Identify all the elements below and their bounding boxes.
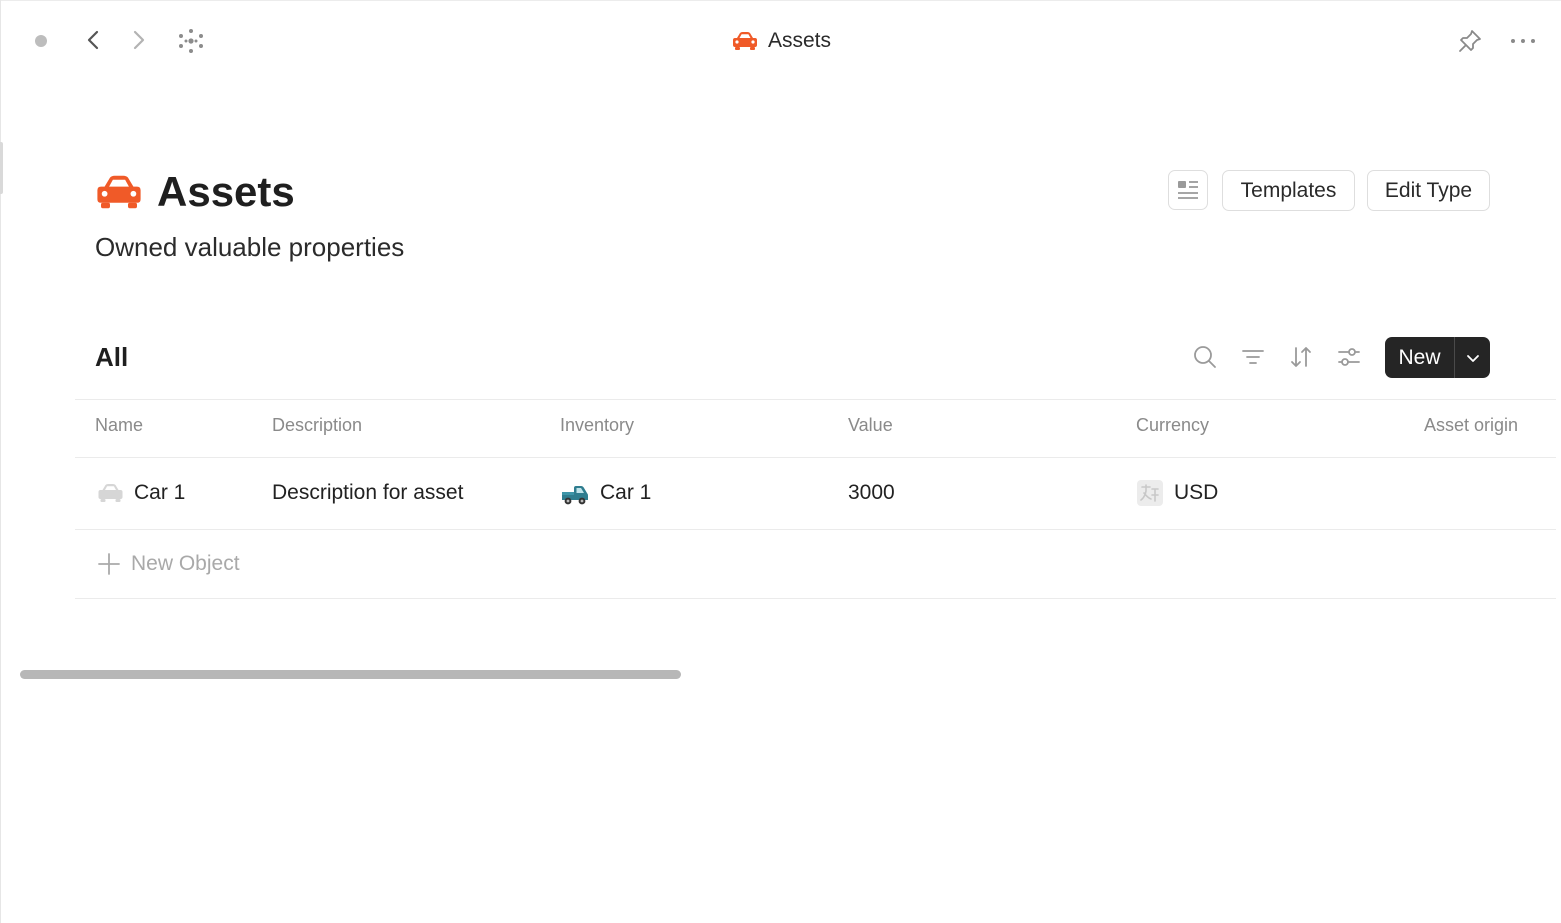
pin-button[interactable]	[1456, 27, 1484, 55]
cell-description[interactable]: Description for asset	[272, 478, 463, 508]
window-left-border	[0, 0, 1, 923]
view-settings-button[interactable]	[1336, 344, 1362, 370]
table-header-divider	[75, 457, 1556, 458]
car-icon	[97, 175, 141, 209]
edit-type-button[interactable]: Edit Type	[1367, 170, 1490, 211]
new-object-label: New Object	[131, 552, 240, 575]
graph-icon	[179, 29, 203, 53]
row-divider	[75, 529, 1556, 530]
column-header-asset-origin[interactable]: Asset origin	[1424, 415, 1518, 436]
currency-icon	[1137, 480, 1163, 506]
page-header: Assets	[95, 168, 295, 216]
cell-name-text: Car 1	[134, 481, 186, 504]
new-dropdown-button[interactable]	[1455, 337, 1490, 378]
filter-icon	[1242, 350, 1264, 364]
sort-button[interactable]	[1288, 344, 1314, 370]
templates-button[interactable]: Templates	[1222, 170, 1355, 211]
graph-button[interactable]	[178, 28, 204, 54]
column-header-name[interactable]: Name	[95, 415, 143, 436]
sidebar-handle[interactable]	[0, 142, 3, 194]
sort-icon	[1291, 347, 1311, 367]
horizontal-scrollbar[interactable]	[20, 670, 681, 679]
view-title[interactable]: All	[95, 342, 128, 373]
table-bottom-divider	[75, 598, 1556, 599]
chevron-left-icon	[87, 30, 99, 50]
layout-icon	[1178, 181, 1198, 199]
window-title-text: Assets	[768, 29, 832, 52]
window-title: Assets	[732, 26, 831, 56]
more-icon	[1511, 39, 1535, 43]
new-button[interactable]: New	[1385, 337, 1455, 378]
table-top-divider	[75, 399, 1556, 400]
cell-name[interactable]: Car 1	[97, 478, 185, 508]
column-header-inventory[interactable]: Inventory	[560, 415, 634, 436]
status-dot	[35, 35, 47, 47]
column-header-currency[interactable]: Currency	[1136, 415, 1209, 436]
back-button[interactable]	[82, 28, 106, 52]
more-button[interactable]	[1508, 27, 1538, 55]
cell-value[interactable]: 3000	[848, 478, 895, 508]
pickup-truck-icon	[562, 486, 588, 505]
pin-icon	[1459, 30, 1481, 52]
new-object-button[interactable]: New Object	[97, 549, 240, 579]
cell-currency[interactable]: USD	[1136, 478, 1218, 508]
search-button[interactable]	[1192, 344, 1218, 370]
page-title: Assets	[157, 168, 295, 215]
top-bar: Assets	[0, 0, 1561, 82]
forward-button[interactable]	[126, 28, 150, 52]
search-icon	[1194, 346, 1216, 368]
new-button-group: New	[1385, 337, 1490, 378]
car-icon	[98, 484, 123, 502]
cell-inventory[interactable]: Car 1	[560, 478, 651, 508]
layout-button[interactable]	[1168, 170, 1208, 210]
chevron-right-icon	[133, 30, 145, 50]
column-header-description[interactable]: Description	[272, 415, 362, 436]
cell-currency-text: USD	[1174, 481, 1219, 504]
car-icon	[733, 32, 757, 50]
cell-inventory-text: Car 1	[600, 481, 652, 504]
chevron-down-icon	[1466, 354, 1479, 362]
sliders-icon	[1338, 348, 1360, 366]
column-header-value[interactable]: Value	[848, 415, 893, 436]
filter-button[interactable]	[1240, 344, 1266, 370]
plus-icon	[98, 553, 120, 575]
page-description[interactable]: Owned valuable properties	[95, 232, 404, 263]
